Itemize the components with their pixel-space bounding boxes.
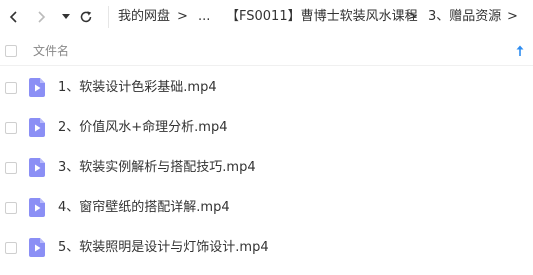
breadcrumb-course-folder[interactable]: 【FS0011】曹博士软装风水课程 (226, 9, 418, 25)
list-item[interactable]: 2、价值风水+命理分析.mp4 (0, 108, 533, 148)
list-item[interactable]: 3、软装实例解析与搭配技巧.mp4 (0, 148, 533, 188)
video-file-icon (29, 118, 45, 137)
file-name[interactable]: 1、软装设计色彩基础.mp4 (58, 80, 217, 96)
video-file-icon (29, 158, 45, 177)
video-file-icon (29, 198, 45, 217)
list-item[interactable]: 4、窗帘壁纸的搭配详解.mp4 (0, 188, 533, 228)
row-checkbox[interactable] (5, 82, 17, 94)
breadcrumb-separator: > (407, 9, 418, 24)
breadcrumb-separator: > (177, 9, 188, 24)
back-button[interactable] (4, 7, 24, 27)
list-item[interactable]: 1、软装设计色彩基础.mp4 (0, 68, 533, 108)
file-name[interactable]: 4、窗帘壁纸的搭配详解.mp4 (58, 200, 230, 216)
row-checkbox[interactable] (5, 162, 17, 174)
caret-down-icon (62, 14, 70, 19)
history-dropdown-button[interactable] (56, 7, 76, 27)
breadcrumb-current-folder[interactable]: 3、赠品资源 (428, 9, 501, 25)
refresh-button[interactable] (76, 7, 96, 27)
column-header-filename[interactable]: 文件名 (33, 43, 69, 59)
row-checkbox[interactable] (5, 202, 17, 214)
forward-button[interactable] (31, 7, 51, 27)
row-checkbox[interactable] (5, 242, 17, 254)
file-name[interactable]: 2、价值风水+命理分析.mp4 (58, 120, 227, 136)
nav-divider (108, 6, 109, 28)
breadcrumb-home[interactable]: 我的网盘 (118, 9, 170, 25)
list-header: 文件名 (0, 37, 533, 66)
file-name[interactable]: 5、软装照明是设计与灯饰设计.mp4 (58, 240, 269, 256)
select-all-checkbox[interactable] (5, 45, 17, 57)
chevron-left-icon (9, 11, 17, 23)
list-item[interactable]: 5、软装照明是设计与灯饰设计.mp4 (0, 228, 533, 268)
navigation-bar: 我的网盘 > ... 【FS0011】曹博士软装风水课程 > 3、赠品资源 > (0, 0, 533, 34)
chevron-right-icon (38, 11, 46, 23)
video-file-icon (29, 238, 45, 257)
breadcrumb-separator: > (507, 9, 518, 24)
video-file-icon (29, 78, 45, 97)
breadcrumb-ellipsis[interactable]: ... (198, 9, 210, 25)
refresh-icon (80, 11, 92, 23)
file-browser: 我的网盘 > ... 【FS0011】曹博士软装风水课程 > 3、赠品资源 > … (0, 0, 533, 275)
file-name[interactable]: 3、软装实例解析与搭配技巧.mp4 (58, 160, 256, 176)
sort-ascending-icon[interactable] (513, 44, 527, 58)
row-checkbox[interactable] (5, 122, 17, 134)
